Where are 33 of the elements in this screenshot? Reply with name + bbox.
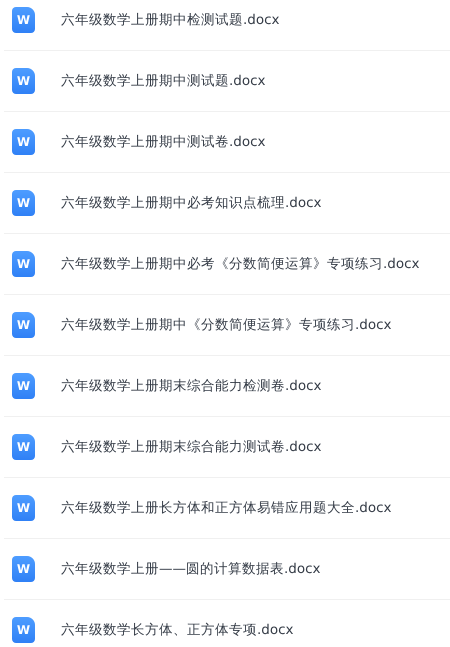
file-name: 六年级数学长方体、正方体专项.docx — [61, 621, 294, 639]
file-row[interactable]: W 六年级数学上册期末综合能力检测卷.docx — [4, 356, 450, 417]
file-row[interactable]: W 六年级数学上册期中《分数简便运算》专项练习.docx — [4, 295, 450, 356]
file-name: 六年级数学上册期中测试题.docx — [61, 72, 266, 90]
word-document-icon: W — [12, 373, 35, 399]
file-row[interactable]: W 六年级数学上册期中必考《分数简便运算》专项练习.docx — [4, 234, 450, 295]
word-document-icon: W — [12, 190, 35, 216]
word-document-icon: W — [12, 312, 35, 338]
file-row[interactable]: W 六年级数学上册期中测试题.docx — [4, 51, 450, 112]
file-row[interactable]: W 六年级数学长方体、正方体专项.docx — [4, 600, 450, 647]
file-name: 六年级数学上册期中《分数简便运算》专项练习.docx — [61, 316, 392, 334]
file-name: 六年级数学上册——圆的计算数据表.docx — [61, 560, 321, 578]
file-row[interactable]: W 六年级数学上册期中必考知识点梳理.docx — [4, 173, 450, 234]
word-document-icon: W — [12, 68, 35, 94]
file-row[interactable]: W 六年级数学上册期中检测试题.docx — [4, 0, 450, 51]
word-document-icon: W — [12, 556, 35, 582]
word-document-icon: W — [12, 251, 35, 277]
file-name: 六年级数学上册期中必考知识点梳理.docx — [61, 194, 322, 212]
file-row[interactable]: W 六年级数学上册长方体和正方体易错应用题大全.docx — [4, 478, 450, 539]
file-name: 六年级数学上册期末综合能力检测卷.docx — [61, 377, 322, 395]
file-row[interactable]: W 六年级数学上册期中测试卷.docx — [4, 112, 450, 173]
file-name: 六年级数学上册期中必考《分数简便运算》专项练习.docx — [61, 255, 420, 273]
word-document-icon: W — [12, 7, 35, 33]
file-name: 六年级数学上册期中测试卷.docx — [61, 133, 266, 151]
file-row[interactable]: W 六年级数学上册——圆的计算数据表.docx — [4, 539, 450, 600]
file-name: 六年级数学上册期中检测试题.docx — [61, 11, 280, 29]
file-name: 六年级数学上册期末综合能力测试卷.docx — [61, 438, 322, 456]
file-row[interactable]: W 六年级数学上册期末综合能力测试卷.docx — [4, 417, 450, 478]
word-document-icon: W — [12, 617, 35, 643]
word-document-icon: W — [12, 434, 35, 460]
word-document-icon: W — [12, 495, 35, 521]
word-document-icon: W — [12, 129, 35, 155]
file-name: 六年级数学上册长方体和正方体易错应用题大全.docx — [61, 499, 392, 517]
